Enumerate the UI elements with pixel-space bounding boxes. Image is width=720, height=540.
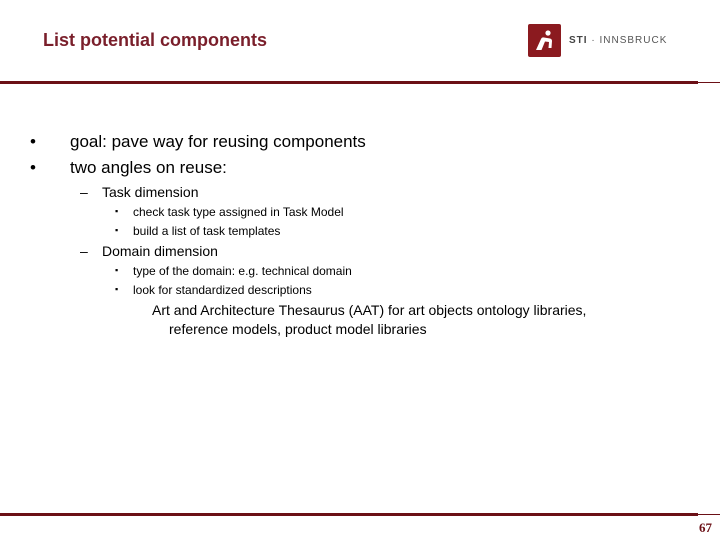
footer-divider-tail [698, 514, 720, 515]
bullet-marker: • [30, 132, 36, 151]
square-bullet-marker: ▪ [115, 206, 119, 216]
logo-brand: STI [569, 35, 588, 46]
logo-separator: · [591, 35, 596, 46]
sub-bullet-text: Task dimension [102, 184, 199, 200]
header-divider [0, 81, 698, 84]
bullet-text: two angles on reuse: [70, 158, 227, 177]
continuation-line-2: reference models, product model librarie… [169, 321, 427, 337]
slide-title: List potential components [43, 30, 268, 50]
sti-innsbruck-logo: STI · INNSBRUCK [528, 24, 667, 57]
bullet-text: goal: pave way for reusing components [70, 132, 366, 151]
sub-bullet-marker: – [80, 243, 88, 259]
square-bullet-marker: ▪ [115, 225, 119, 235]
page-number: 67 [699, 520, 712, 535]
sub-sub-bullet-text: check task type assigned in Task Model [133, 205, 344, 219]
sub-bullet-text: Domain dimension [102, 243, 218, 259]
continuation-line-1: Art and Architecture Thesaurus (AAT) for… [152, 302, 587, 318]
square-bullet-marker: ▪ [115, 265, 119, 275]
sub-sub-bullet-text: build a list of task templates [133, 224, 281, 238]
square-bullet-marker: ▪ [115, 284, 119, 294]
bullet-marker: • [30, 158, 36, 177]
logo-location: INNSBRUCK [599, 35, 668, 46]
footer-divider [0, 513, 698, 516]
runner-icon [528, 24, 561, 57]
header-divider-tail [698, 82, 720, 83]
sub-bullet-marker: – [80, 184, 88, 200]
logo-text: STI · INNSBRUCK [569, 35, 667, 46]
sub-sub-bullet-text: look for standardized descriptions [133, 283, 312, 297]
sub-sub-bullet-text: type of the domain: e.g. technical domai… [133, 264, 352, 278]
